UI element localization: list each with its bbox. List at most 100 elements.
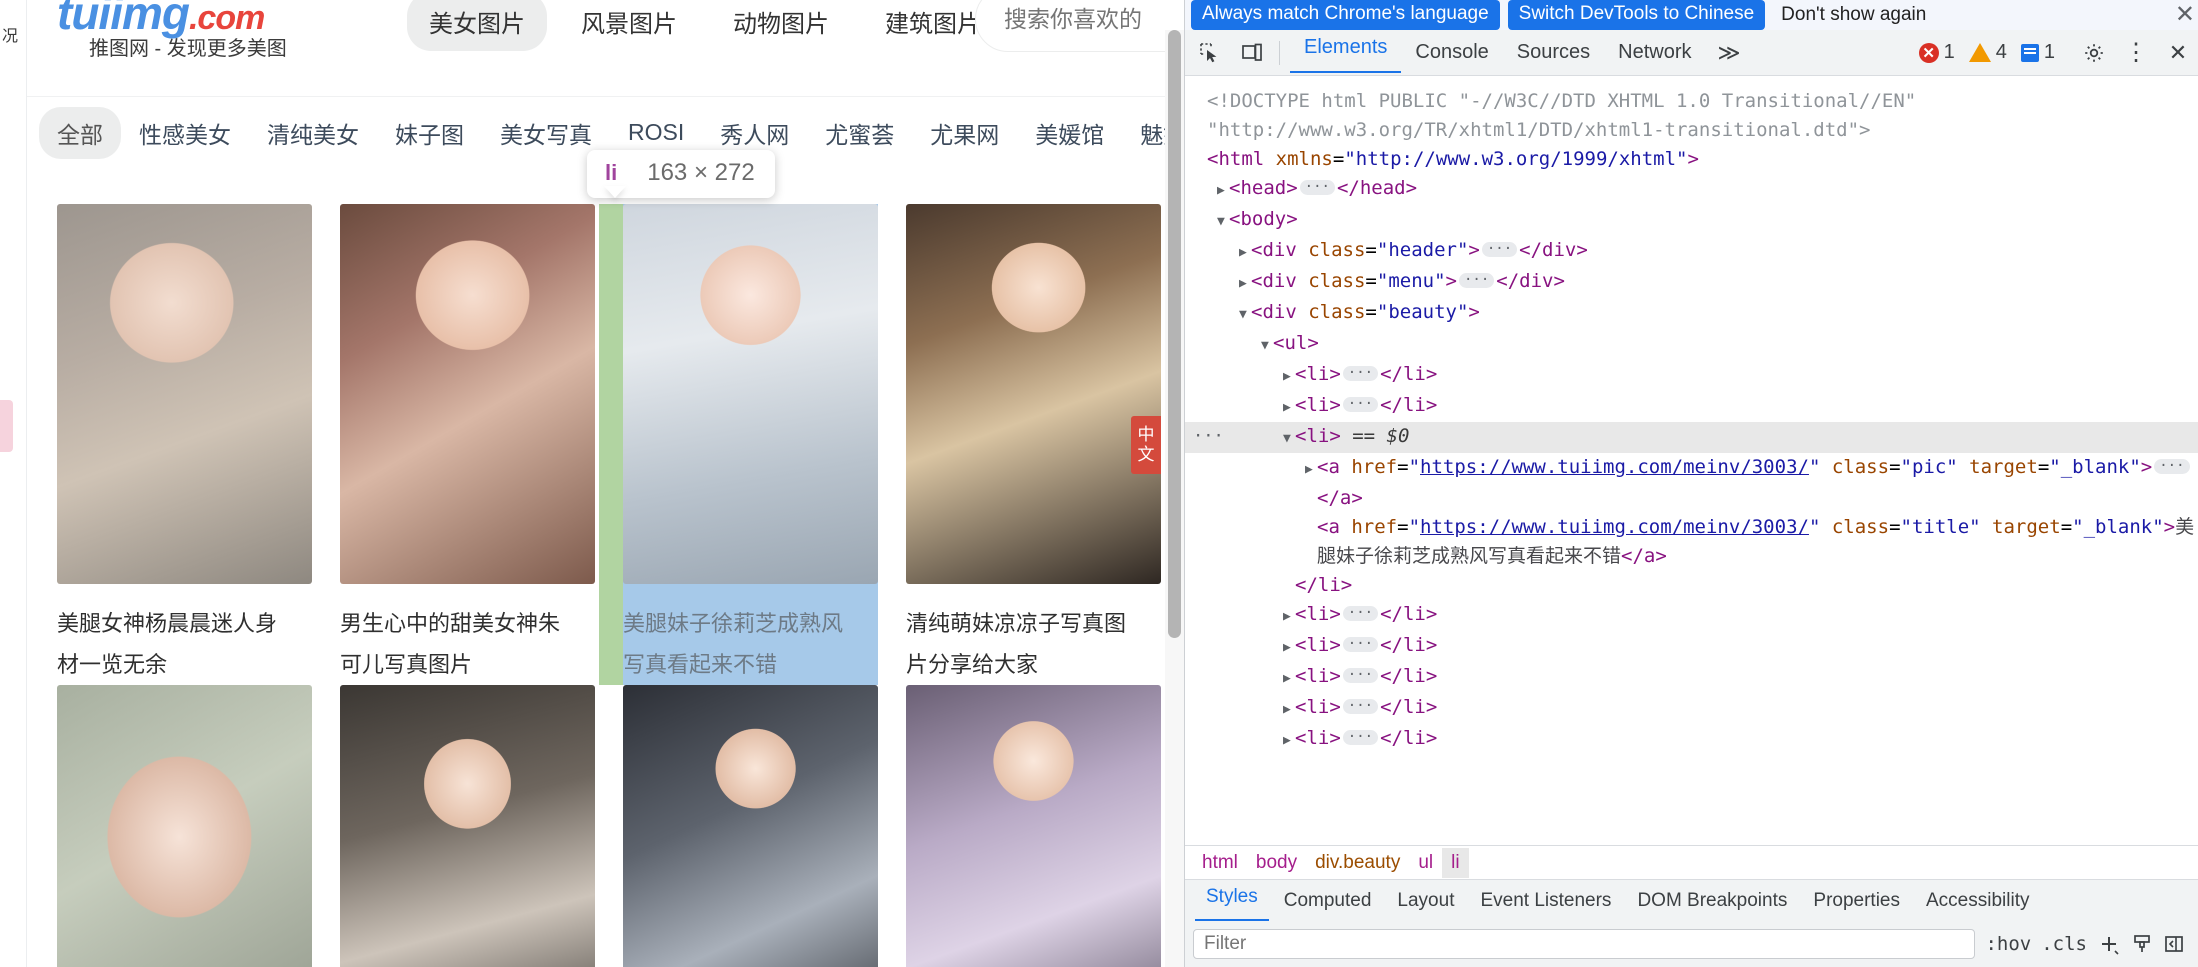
chinese-badge[interactable]: 中文 bbox=[1131, 416, 1161, 474]
always-match-language-button[interactable]: Always match Chrome's language bbox=[1191, 0, 1500, 31]
pane-tab-layout[interactable]: Layout bbox=[1386, 885, 1465, 917]
kebab-menu-icon[interactable]: ⋮ bbox=[2119, 36, 2153, 70]
paintbrush-icon[interactable] bbox=[2131, 933, 2153, 955]
gallery-card[interactable] bbox=[906, 685, 1161, 967]
switch-to-chinese-button[interactable]: Switch DevTools to Chinese bbox=[1507, 0, 1766, 31]
dom-node[interactable]: ▶<li>···</li> bbox=[1185, 662, 2198, 693]
dom-node[interactable]: ▼ <ul> bbox=[1185, 329, 2198, 360]
dom-node[interactable]: ▶<li>···</li> bbox=[1185, 693, 2198, 724]
close-icon[interactable]: ✕ bbox=[2175, 3, 2195, 27]
dom-node-selected[interactable]: ··· ▼ <li> == $0 bbox=[1185, 422, 2198, 453]
search-input[interactable] bbox=[976, 5, 1184, 33]
category-all[interactable]: 全部 bbox=[39, 106, 121, 159]
dom-node[interactable]: ▶<li>···</li> bbox=[1185, 724, 2198, 755]
gallery-card-inspected[interactable]: 美腿妹子徐莉芝成熟风写真看起来不错 bbox=[599, 204, 878, 686]
dom-node-expander[interactable]: ▶ bbox=[1283, 602, 1295, 631]
gallery-thumbnail[interactable] bbox=[340, 204, 595, 584]
breadcrumb-item-body[interactable]: body bbox=[1247, 848, 1306, 878]
gallery-card[interactable]: 男生心中的甜美女神朱可儿写真图片 bbox=[340, 204, 595, 685]
nav-tab-animals[interactable]: 动物图片 bbox=[711, 0, 851, 51]
gallery-card[interactable]: 中文 清纯萌妹凉凉子写真图片分享给大家 bbox=[906, 204, 1161, 685]
dom-node[interactable]: ▼ <body> bbox=[1185, 205, 2198, 236]
dont-show-again-button[interactable]: Don't show again bbox=[1773, 0, 1934, 30]
dom-node-expander[interactable]: ▶ bbox=[1283, 726, 1295, 755]
dom-node[interactable]: ▶ <a href="https://www.tuiimg.com/meinv/3… bbox=[1185, 453, 2198, 484]
gallery-card[interactable] bbox=[57, 685, 312, 967]
panel-toggle-icon[interactable] bbox=[2163, 933, 2185, 955]
dom-node[interactable]: ▶ <head> ··· </head> bbox=[1185, 174, 2198, 205]
inspect-element-icon[interactable] bbox=[1193, 36, 1227, 70]
dom-node[interactable]: <a href="https://www.tuiimg.com/meinv/30… bbox=[1185, 513, 2198, 542]
breadcrumb-item-html[interactable]: html bbox=[1193, 848, 1247, 878]
pane-tab-styles[interactable]: Styles bbox=[1195, 881, 1269, 921]
search-box[interactable] bbox=[975, 0, 1184, 52]
device-toolbar-icon[interactable] bbox=[1235, 36, 1269, 70]
nav-tab-scenery[interactable]: 风景图片 bbox=[559, 0, 699, 51]
dom-node-expander[interactable]: ▶ bbox=[1239, 238, 1251, 267]
styles-filter-input[interactable] bbox=[1193, 929, 1976, 959]
dom-node[interactable]: ▶<li>···</li> bbox=[1185, 360, 2198, 391]
gallery-thumbnail[interactable] bbox=[623, 204, 878, 584]
gallery-thumbnail[interactable] bbox=[57, 685, 312, 967]
category-meiyuanguan[interactable]: 美媛馆 bbox=[1017, 107, 1122, 159]
gallery-card-title[interactable]: 男生心中的甜美女神朱可儿写真图片 bbox=[340, 604, 570, 685]
gallery-thumbnail[interactable] bbox=[57, 204, 312, 584]
pane-tab-event-listeners[interactable]: Event Listeners bbox=[1469, 885, 1622, 917]
category-rosi[interactable]: ROSI bbox=[610, 110, 702, 155]
category-pure[interactable]: 清纯美女 bbox=[249, 107, 377, 159]
category-youguowang[interactable]: 尤果网 bbox=[912, 107, 1017, 159]
dom-node-expander[interactable]: ▶ bbox=[1217, 176, 1229, 205]
dom-node-expander[interactable]: ▶ bbox=[1283, 362, 1295, 391]
dom-node[interactable]: ▶<li>···</li> bbox=[1185, 631, 2198, 662]
close-devtools-icon[interactable]: ✕ bbox=[2161, 36, 2195, 70]
dom-node-expander[interactable]: ▼ bbox=[1217, 207, 1229, 236]
dom-node[interactable]: ▶<li>···</li> bbox=[1185, 600, 2198, 631]
error-counter[interactable]: ✕ 1 bbox=[1918, 41, 1955, 64]
gallery-card[interactable]: 美腿女神杨晨晨迷人身材一览无余 bbox=[57, 204, 312, 685]
dom-node-expander[interactable]: ▶ bbox=[1283, 664, 1295, 693]
gallery-card-title[interactable]: 清纯萌妹凉凉子写真图片分享给大家 bbox=[906, 604, 1136, 685]
tab-network[interactable]: Network bbox=[1604, 37, 1705, 68]
category-sexy[interactable]: 性感美女 bbox=[121, 107, 249, 159]
category-girls[interactable]: 妹子图 bbox=[377, 107, 482, 159]
page-vertical-scrollbar[interactable] bbox=[1165, 30, 1184, 967]
tab-sources[interactable]: Sources bbox=[1503, 37, 1604, 68]
info-counter[interactable]: 1 bbox=[2020, 41, 2055, 64]
dom-node[interactable]: 腿妹子徐莉芝成熟风写真看起来不错</a> bbox=[1185, 542, 2198, 571]
dom-node[interactable]: ▶ <div class="menu"> ··· </div> bbox=[1185, 267, 2198, 298]
dom-node-expander[interactable]: ▼ bbox=[1261, 331, 1273, 360]
gallery-card[interactable] bbox=[623, 685, 878, 967]
dom-node-gutter-menu[interactable]: ··· bbox=[1193, 422, 1224, 451]
dom-node[interactable]: ▼ <div class="beauty"> bbox=[1185, 298, 2198, 329]
warning-counter[interactable]: 4 bbox=[1968, 41, 2007, 64]
dom-node[interactable]: "http://www.w3.org/TR/xhtml1/DTD/xhtml1-… bbox=[1185, 116, 2198, 145]
gallery-thumbnail[interactable]: 中文 bbox=[906, 204, 1161, 584]
gallery-card-title[interactable]: 美腿女神杨晨晨迷人身材一览无余 bbox=[57, 604, 287, 685]
pane-tab-properties[interactable]: Properties bbox=[1802, 885, 1911, 917]
tab-console[interactable]: Console bbox=[1401, 37, 1502, 68]
cls-toggle[interactable]: .cls bbox=[2041, 933, 2087, 955]
more-tabs-icon[interactable]: ≫ bbox=[1706, 40, 1753, 66]
gallery-thumbnail[interactable] bbox=[906, 685, 1161, 967]
hov-toggle[interactable]: :hov bbox=[1985, 933, 2031, 955]
breadcrumb-item-div-beauty[interactable]: div.beauty bbox=[1306, 848, 1409, 878]
gallery-card-title[interactable]: 美腿妹子徐莉芝成熟风写真看起来不错 bbox=[623, 604, 853, 685]
dom-node-expander[interactable]: ▼ bbox=[1283, 424, 1295, 453]
gallery-card[interactable] bbox=[340, 685, 595, 967]
dom-node[interactable]: </a> bbox=[1185, 484, 2198, 513]
dom-node[interactable]: <!DOCTYPE html PUBLIC "-//W3C//DTD XHTML… bbox=[1185, 87, 2198, 116]
gear-icon[interactable] bbox=[2077, 36, 2111, 70]
pane-tab-computed[interactable]: Computed bbox=[1273, 885, 1383, 917]
dom-node[interactable]: </li> bbox=[1185, 571, 2198, 600]
page-scrollbar-thumb[interactable] bbox=[1168, 30, 1181, 638]
dom-node-expander[interactable]: ▶ bbox=[1283, 393, 1295, 422]
dom-tree[interactable]: <!DOCTYPE html PUBLIC "-//W3C//DTD XHTML… bbox=[1185, 76, 2198, 759]
category-youmihui[interactable]: 尤蜜荟 bbox=[807, 107, 912, 159]
dom-node-expander[interactable]: ▶ bbox=[1283, 695, 1295, 724]
dom-node-expander[interactable]: ▶ bbox=[1283, 757, 1295, 759]
gallery-thumbnail[interactable] bbox=[623, 685, 878, 967]
pane-tab-accessibility[interactable]: Accessibility bbox=[1915, 885, 2040, 917]
plus-icon[interactable] bbox=[2097, 932, 2121, 956]
breadcrumb-item-li[interactable]: li bbox=[1442, 847, 1469, 878]
dom-node-expander[interactable]: ▶ bbox=[1239, 269, 1251, 298]
